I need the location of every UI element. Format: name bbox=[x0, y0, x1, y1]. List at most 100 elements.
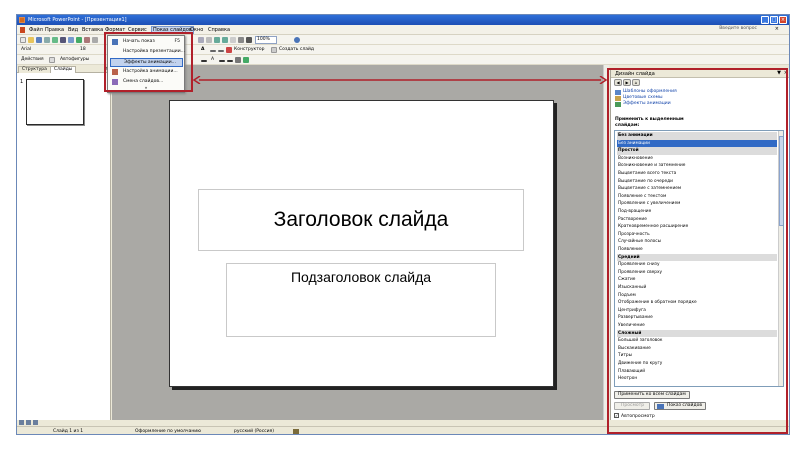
menu-tools[interactable]: Сервис bbox=[128, 27, 147, 33]
select-pointer-icon[interactable] bbox=[49, 57, 55, 63]
list-item[interactable]: Выцветание всего текста bbox=[617, 170, 777, 178]
tab-slides[interactable]: Слайды bbox=[50, 66, 77, 73]
new-slide-button[interactable]: Создать слайд bbox=[279, 47, 314, 52]
list-item[interactable]: Случайные полосы bbox=[617, 238, 777, 246]
list-item[interactable]: Сжатие bbox=[617, 276, 777, 284]
list-item[interactable]: Появление bbox=[617, 246, 777, 254]
menu-insert[interactable]: Вставка bbox=[82, 27, 103, 33]
designer-button[interactable]: Конструктор bbox=[234, 47, 264, 52]
menu-item-start-show[interactable]: Начать показ F5 bbox=[110, 38, 183, 47]
decrease-font-icon[interactable] bbox=[210, 50, 216, 52]
line-style-icon[interactable] bbox=[201, 60, 207, 62]
open-folder-icon[interactable] bbox=[28, 37, 34, 43]
menu-file[interactable]: Файл bbox=[29, 27, 43, 33]
apply-to-all-button[interactable]: Применить ко всем слайдам bbox=[614, 391, 690, 399]
actions-menu[interactable]: Действия bbox=[21, 57, 44, 62]
help-search-box[interactable]: Введите вопрос bbox=[719, 26, 757, 31]
title-placeholder[interactable]: Заголовок слайда bbox=[198, 189, 524, 251]
document-close-icon[interactable]: × bbox=[775, 26, 779, 32]
menu-window[interactable]: Окно bbox=[190, 27, 203, 33]
design-icon[interactable] bbox=[226, 47, 232, 53]
list-item[interactable]: Развертывание bbox=[617, 314, 777, 322]
zoom-combo[interactable]: 100% bbox=[255, 36, 277, 44]
list-item[interactable]: Выцветание по очереди bbox=[617, 178, 777, 186]
table-icon[interactable] bbox=[198, 37, 204, 43]
list-item[interactable]: Неотрон bbox=[617, 375, 777, 383]
slide-thumbnail[interactable] bbox=[26, 79, 84, 125]
menu-item-setup-show[interactable]: Настройка презентации... bbox=[110, 48, 185, 57]
list-item[interactable]: Без анимации bbox=[617, 139, 777, 148]
increase-font-icon[interactable] bbox=[218, 50, 224, 52]
list-item[interactable]: Плавающий bbox=[617, 368, 777, 376]
slide-canvas[interactable]: Заголовок слайда Подзаголовок слайда bbox=[169, 100, 554, 387]
chart-icon[interactable] bbox=[206, 37, 212, 43]
menu-edit[interactable]: Правка bbox=[45, 27, 64, 33]
list-item[interactable]: Центрифуга bbox=[617, 307, 777, 315]
show-formatting-icon[interactable] bbox=[246, 37, 252, 43]
list-item[interactable]: Кратковременное расширение bbox=[617, 223, 777, 231]
list-item[interactable]: Проявление с увеличением bbox=[617, 200, 777, 208]
menu-format[interactable]: Формат bbox=[105, 27, 125, 33]
color-grayscale-icon[interactable] bbox=[222, 37, 228, 43]
home-icon[interactable]: ⌂ bbox=[632, 79, 640, 86]
font-name[interactable]: Arial bbox=[21, 47, 31, 52]
dash-style-icon[interactable] bbox=[227, 60, 233, 62]
3d-icon[interactable] bbox=[243, 57, 249, 63]
autopreview-checkbox[interactable]: ✓ Автопросмотр bbox=[614, 413, 655, 419]
list-item[interactable]: Проявление сверху bbox=[617, 269, 777, 277]
save-icon[interactable] bbox=[36, 37, 42, 43]
cut-icon[interactable] bbox=[84, 37, 90, 43]
spelling-icon[interactable] bbox=[76, 37, 82, 43]
close-button[interactable]: × bbox=[779, 16, 787, 24]
task-pane-menu-icon[interactable]: ▼ bbox=[777, 70, 781, 76]
menu-item-custom-animation[interactable]: Настройка анимации... bbox=[110, 68, 183, 77]
list-item[interactable]: Изысканный bbox=[617, 284, 777, 292]
tab-outline[interactable]: Структура bbox=[18, 66, 51, 73]
preview-button[interactable]: Просмотр bbox=[614, 402, 650, 410]
list-item[interactable]: Подъем bbox=[617, 292, 777, 300]
print-preview-icon[interactable] bbox=[68, 37, 74, 43]
list-item[interactable]: Выскакивание bbox=[617, 345, 777, 353]
text-color-icon[interactable]: A bbox=[211, 57, 214, 62]
list-scroll-thumb[interactable] bbox=[779, 136, 783, 226]
font-size[interactable]: 18 bbox=[80, 47, 86, 52]
grid-icon[interactable] bbox=[214, 37, 220, 43]
help-icon[interactable] bbox=[294, 37, 300, 43]
subtitle-placeholder[interactable]: Подзаголовок слайда bbox=[226, 263, 496, 337]
link-animation-schemes[interactable]: Эффекты анимации bbox=[623, 101, 671, 106]
maximize-button[interactable]: □ bbox=[770, 16, 778, 24]
new-slide-icon[interactable] bbox=[271, 47, 277, 53]
insert-table-icon[interactable] bbox=[230, 37, 236, 43]
slide-sorter-icon[interactable] bbox=[26, 420, 31, 425]
list-scrollbar[interactable] bbox=[778, 131, 783, 386]
slide-scrollbar[interactable] bbox=[603, 65, 609, 420]
copy-icon[interactable] bbox=[92, 37, 98, 43]
autoshapes-menu[interactable]: Автофигуры bbox=[60, 57, 89, 62]
task-pane-close-icon[interactable]: × bbox=[784, 70, 788, 76]
list-item[interactable]: Движение по кругу bbox=[617, 360, 777, 368]
normal-view-icon[interactable] bbox=[19, 420, 24, 425]
menu-slide-show[interactable]: Показ слайдов bbox=[151, 26, 194, 34]
link-color-schemes[interactable]: Цветовые схемы bbox=[623, 95, 663, 100]
list-item[interactable]: Появление с текстом bbox=[617, 193, 777, 201]
list-item[interactable]: Прозрачность bbox=[617, 231, 777, 239]
list-item[interactable]: Возникновение и затемнение bbox=[617, 162, 777, 170]
menu-expand-chevron-icon[interactable]: » bbox=[108, 86, 184, 91]
font-color-icon[interactable]: A bbox=[201, 47, 204, 52]
list-item[interactable]: Под-вращение bbox=[617, 208, 777, 216]
link-design-templates[interactable]: Шаблоны оформления bbox=[623, 89, 677, 94]
print-icon[interactable] bbox=[60, 37, 66, 43]
slide-show-button[interactable]: Показ слайдов bbox=[654, 402, 706, 410]
list-item[interactable]: Увеличение bbox=[617, 322, 777, 330]
expand-all-icon[interactable] bbox=[238, 37, 244, 43]
list-item[interactable]: Титры bbox=[617, 352, 777, 360]
list-item[interactable]: Выцветание с затемнением bbox=[617, 185, 777, 193]
list-item[interactable]: Отображение в обратном порядке bbox=[617, 299, 777, 307]
forward-icon[interactable]: ▶ bbox=[623, 79, 631, 86]
menu-item-animation-schemes[interactable]: Эффекты анимации... bbox=[110, 58, 183, 67]
animation-schemes-list[interactable]: Без анимации Без анимации Простой Возникнов… bbox=[614, 130, 784, 387]
permission-icon[interactable] bbox=[44, 37, 50, 43]
back-icon[interactable]: ◀ bbox=[614, 79, 622, 86]
shadow-icon[interactable] bbox=[235, 57, 241, 63]
slide-show-view-icon[interactable] bbox=[33, 420, 38, 425]
